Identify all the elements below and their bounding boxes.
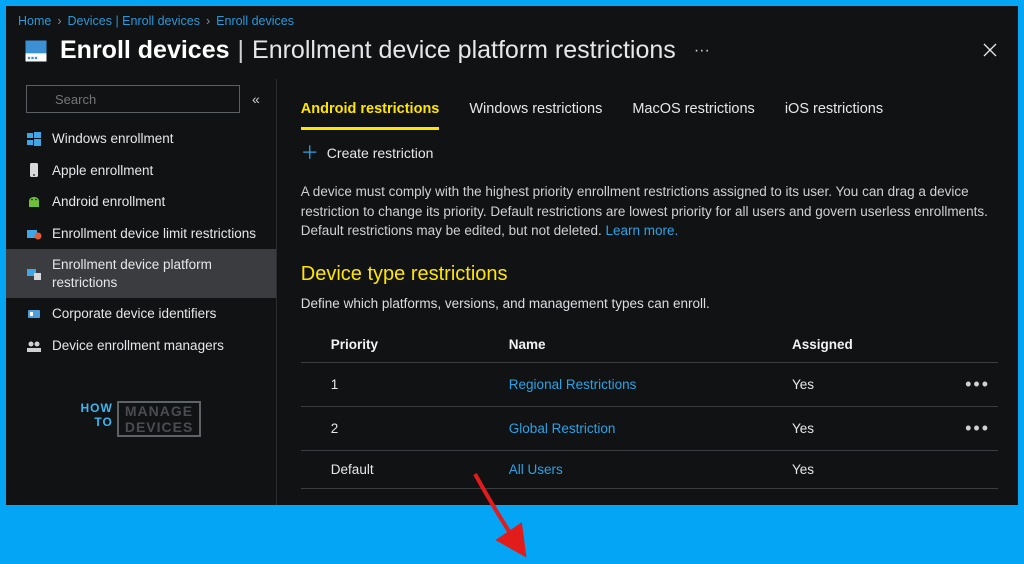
create-restriction-button[interactable]: ＋ Create restriction: [301, 144, 998, 162]
breadcrumb: Home › Devices | Enroll devices › Enroll…: [6, 6, 1018, 30]
sidebar-item-windows-enrollment[interactable]: Windows enrollment: [6, 123, 276, 155]
sidebar-item-enrollment-managers[interactable]: Device enrollment managers: [6, 330, 276, 362]
row-actions-button[interactable]: •••: [965, 374, 990, 394]
description-text: A device must comply with the highest pr…: [301, 182, 998, 241]
sidebar-item-label: Apple enrollment: [52, 162, 153, 180]
sidebar-item-limit-restrictions[interactable]: Enrollment device limit restrictions: [6, 218, 276, 250]
tab-android-restrictions[interactable]: Android restrictions: [301, 95, 440, 130]
sidebar-item-corporate-identifiers[interactable]: Corporate device identifiers: [6, 298, 276, 330]
android-icon: [26, 194, 42, 210]
collapse-sidebar-button[interactable]: «: [248, 87, 264, 111]
identifiers-icon: [26, 306, 42, 322]
sidebar-item-label: Corporate device identifiers: [52, 305, 216, 323]
tab-macos-restrictions[interactable]: MacOS restrictions: [632, 95, 754, 130]
row-actions-button[interactable]: •••: [965, 418, 990, 438]
breadcrumb-item[interactable]: Enroll devices: [216, 14, 294, 28]
restriction-name-link[interactable]: Regional Restrictions: [509, 377, 637, 392]
sidebar-item-android-enrollment[interactable]: Android enrollment: [6, 186, 276, 218]
search-input[interactable]: [26, 85, 240, 113]
chevron-right-icon: ›: [206, 14, 210, 28]
apple-icon: [26, 162, 42, 178]
ellipsis-icon[interactable]: ···: [694, 43, 710, 59]
tab-windows-restrictions[interactable]: Windows restrictions: [469, 95, 602, 130]
main-content: Android restrictions Windows restriction…: [277, 79, 1018, 505]
table-row[interactable]: 1 Regional Restrictions Yes •••: [301, 362, 998, 406]
sidebar-item-label: Windows enrollment: [52, 130, 174, 148]
table-row[interactable]: Default All Users Yes: [301, 450, 998, 488]
restrictions-table: Priority Name Assigned 1 Regional Restri…: [301, 327, 998, 489]
close-icon: [982, 42, 998, 58]
cell-assigned: Yes: [784, 450, 954, 488]
tab-bar: Android restrictions Windows restriction…: [301, 87, 998, 130]
windows-icon: [26, 131, 42, 147]
managers-icon: [26, 338, 42, 354]
chevron-right-icon: ›: [57, 14, 61, 28]
sidebar: « Windows enrollment Apple enrollment An…: [6, 79, 277, 505]
page-subtitle: Enrollment device platform restrictions: [252, 36, 676, 65]
cell-assigned: Yes: [784, 406, 954, 450]
page-title-bar: Enroll devices | Enrollment device platf…: [6, 30, 1018, 79]
watermark-logo: HOWTO MANAGEDEVICES: [6, 401, 276, 437]
title-separator: |: [238, 36, 245, 65]
sidebar-item-label: Enrollment device limit restrictions: [52, 225, 256, 243]
sidebar-item-label: Enrollment device platform restrictions: [52, 256, 264, 291]
breadcrumb-item[interactable]: Home: [18, 14, 51, 28]
limit-icon: [26, 225, 42, 241]
breadcrumb-item[interactable]: Devices | Enroll devices: [68, 14, 200, 28]
plus-icon: ＋: [301, 144, 319, 162]
section-subheading: Define which platforms, versions, and ma…: [301, 296, 998, 311]
cell-priority: Default: [301, 450, 501, 488]
sidebar-item-label: Device enrollment managers: [52, 337, 224, 355]
page-title: Enroll devices: [60, 36, 230, 65]
column-header-priority[interactable]: Priority: [301, 327, 501, 363]
cell-assigned: Yes: [784, 362, 954, 406]
tab-ios-restrictions[interactable]: iOS restrictions: [785, 95, 883, 130]
column-header-name[interactable]: Name: [501, 327, 784, 363]
column-header-assigned[interactable]: Assigned: [784, 327, 954, 363]
enroll-devices-icon: [22, 37, 50, 65]
cell-priority: 2: [301, 406, 501, 450]
learn-more-link[interactable]: Learn more.: [606, 223, 679, 238]
sidebar-item-apple-enrollment[interactable]: Apple enrollment: [6, 155, 276, 187]
platform-icon: [26, 266, 42, 282]
cell-priority: 1: [301, 362, 501, 406]
restriction-name-link[interactable]: Global Restriction: [509, 421, 616, 436]
table-row[interactable]: 2 Global Restriction Yes •••: [301, 406, 998, 450]
restriction-name-link[interactable]: All Users: [509, 462, 563, 477]
create-restriction-label: Create restriction: [327, 145, 434, 161]
section-heading: Device type restrictions: [301, 263, 998, 286]
close-button[interactable]: [976, 36, 1004, 64]
sidebar-item-label: Android enrollment: [52, 193, 165, 211]
sidebar-item-platform-restrictions[interactable]: Enrollment device platform restrictions: [6, 249, 276, 298]
